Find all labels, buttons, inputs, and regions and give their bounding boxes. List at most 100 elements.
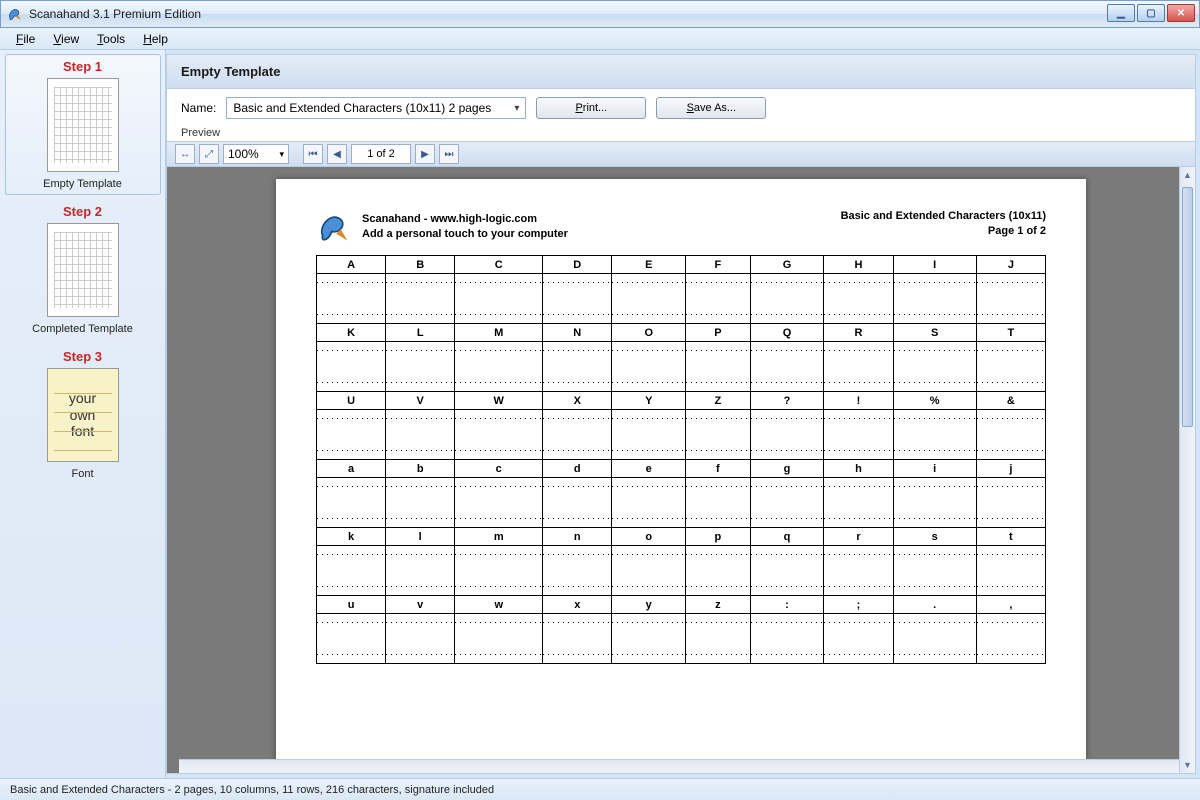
char-header: : bbox=[750, 596, 824, 614]
char-header: w bbox=[455, 596, 543, 614]
step-caption: Empty Template bbox=[8, 178, 158, 190]
char-header: U bbox=[317, 392, 386, 410]
char-header: K bbox=[317, 324, 386, 342]
char-cell bbox=[612, 614, 686, 664]
char-cell bbox=[543, 478, 612, 528]
thumb-line: own bbox=[70, 407, 96, 424]
char-cell bbox=[976, 410, 1045, 460]
horizontal-scrollbar[interactable] bbox=[179, 759, 1179, 773]
char-header: l bbox=[386, 528, 455, 546]
zoom-dropdown[interactable]: 100% bbox=[223, 144, 289, 164]
next-page-button[interactable]: ▶ bbox=[415, 144, 435, 164]
save-as-button[interactable]: Save As... bbox=[656, 97, 766, 119]
char-cell bbox=[976, 342, 1045, 392]
menu-tools[interactable]: Tools bbox=[89, 30, 133, 48]
char-cell bbox=[893, 342, 976, 392]
char-cell bbox=[612, 410, 686, 460]
char-cell bbox=[543, 546, 612, 596]
first-page-button[interactable]: ⏮ bbox=[303, 144, 323, 164]
page-brand: Scanahand - www.high-logic.com bbox=[362, 212, 568, 227]
char-cell bbox=[386, 614, 455, 664]
char-cell bbox=[543, 614, 612, 664]
char-header: R bbox=[824, 324, 893, 342]
char-cell bbox=[612, 342, 686, 392]
char-cell bbox=[317, 342, 386, 392]
char-header: v bbox=[386, 596, 455, 614]
step-sidebar: Step 1 Empty Template Step 2 Completed T… bbox=[0, 50, 166, 778]
character-grid: ABCDEFGHIJKLMNOPQRSTUVWXYZ?!%&abcdefghij… bbox=[316, 255, 1046, 664]
content-heading: Empty Template bbox=[167, 55, 1195, 89]
step-1[interactable]: Step 1 Empty Template bbox=[5, 54, 161, 195]
preview-toolbar: ↔ ⤢ 100% ⏮ ◀ 1 of 2 ▶ ⏭ bbox=[167, 141, 1195, 167]
window-close-button[interactable]: ✕ bbox=[1167, 4, 1195, 22]
step-2[interactable]: Step 2 Completed Template bbox=[5, 199, 161, 340]
step-3[interactable]: Step 3 your own font Font bbox=[5, 344, 161, 485]
char-header: j bbox=[976, 460, 1045, 478]
window-maximize-button[interactable]: ▢ bbox=[1137, 4, 1165, 22]
char-cell bbox=[824, 342, 893, 392]
char-cell bbox=[686, 478, 750, 528]
page-tagline: Add a personal touch to your computer bbox=[362, 227, 568, 242]
char-header: A bbox=[317, 256, 386, 274]
step-thumbnail: your own font bbox=[47, 368, 119, 462]
last-page-button[interactable]: ⏭ bbox=[439, 144, 459, 164]
char-header: P bbox=[686, 324, 750, 342]
scroll-up-icon[interactable]: ▲ bbox=[1180, 167, 1195, 183]
fit-page-button[interactable]: ⤢ bbox=[199, 144, 219, 164]
window-minimize-button[interactable]: ▁ bbox=[1107, 4, 1135, 22]
step-thumbnail bbox=[47, 223, 119, 317]
zoom-value: 100% bbox=[228, 147, 259, 161]
step-caption: Font bbox=[8, 468, 158, 480]
scrollbar-thumb[interactable] bbox=[1182, 187, 1193, 427]
char-cell bbox=[824, 614, 893, 664]
window-title: Scanahand 3.1 Premium Edition bbox=[29, 7, 201, 21]
char-header: a bbox=[317, 460, 386, 478]
char-header: g bbox=[750, 460, 824, 478]
vertical-scrollbar[interactable]: ▲ ▼ bbox=[1179, 167, 1195, 773]
char-cell bbox=[543, 410, 612, 460]
char-header: h bbox=[824, 460, 893, 478]
menu-view[interactable]: View bbox=[45, 30, 87, 48]
char-cell bbox=[750, 342, 824, 392]
step-label: Step 3 bbox=[8, 349, 158, 364]
char-header: q bbox=[750, 528, 824, 546]
char-cell bbox=[317, 410, 386, 460]
menu-help[interactable]: Help bbox=[135, 30, 176, 48]
page-indicator[interactable]: 1 of 2 bbox=[351, 144, 411, 164]
char-cell bbox=[317, 478, 386, 528]
char-cell bbox=[317, 546, 386, 596]
char-header: ! bbox=[824, 392, 893, 410]
char-cell bbox=[686, 274, 750, 324]
char-header: J bbox=[976, 256, 1045, 274]
char-header: x bbox=[543, 596, 612, 614]
char-cell bbox=[824, 546, 893, 596]
char-cell bbox=[455, 614, 543, 664]
prev-page-button[interactable]: ◀ bbox=[327, 144, 347, 164]
char-cell bbox=[976, 274, 1045, 324]
char-header: C bbox=[455, 256, 543, 274]
titlebar: Scanahand 3.1 Premium Edition ▁ ▢ ✕ bbox=[0, 0, 1200, 28]
menu-file[interactable]: File bbox=[8, 30, 43, 48]
char-header: T bbox=[976, 324, 1045, 342]
print-button[interactable]: Print... bbox=[536, 97, 646, 119]
menubar: File View Tools Help bbox=[0, 28, 1200, 50]
char-header: X bbox=[543, 392, 612, 410]
char-header: N bbox=[543, 324, 612, 342]
char-header: y bbox=[612, 596, 686, 614]
char-header: H bbox=[824, 256, 893, 274]
scroll-down-icon[interactable]: ▼ bbox=[1180, 757, 1195, 773]
char-cell bbox=[686, 410, 750, 460]
template-name-dropdown[interactable]: Basic and Extended Characters (10x11) 2 … bbox=[226, 97, 526, 119]
char-cell bbox=[543, 342, 612, 392]
fit-width-button[interactable]: ↔ bbox=[175, 144, 195, 164]
char-header: d bbox=[543, 460, 612, 478]
char-cell bbox=[455, 478, 543, 528]
char-cell bbox=[386, 410, 455, 460]
char-header: M bbox=[455, 324, 543, 342]
char-header: ? bbox=[750, 392, 824, 410]
char-header: c bbox=[455, 460, 543, 478]
char-cell bbox=[976, 478, 1045, 528]
char-cell bbox=[893, 478, 976, 528]
char-cell bbox=[455, 546, 543, 596]
char-cell bbox=[455, 342, 543, 392]
